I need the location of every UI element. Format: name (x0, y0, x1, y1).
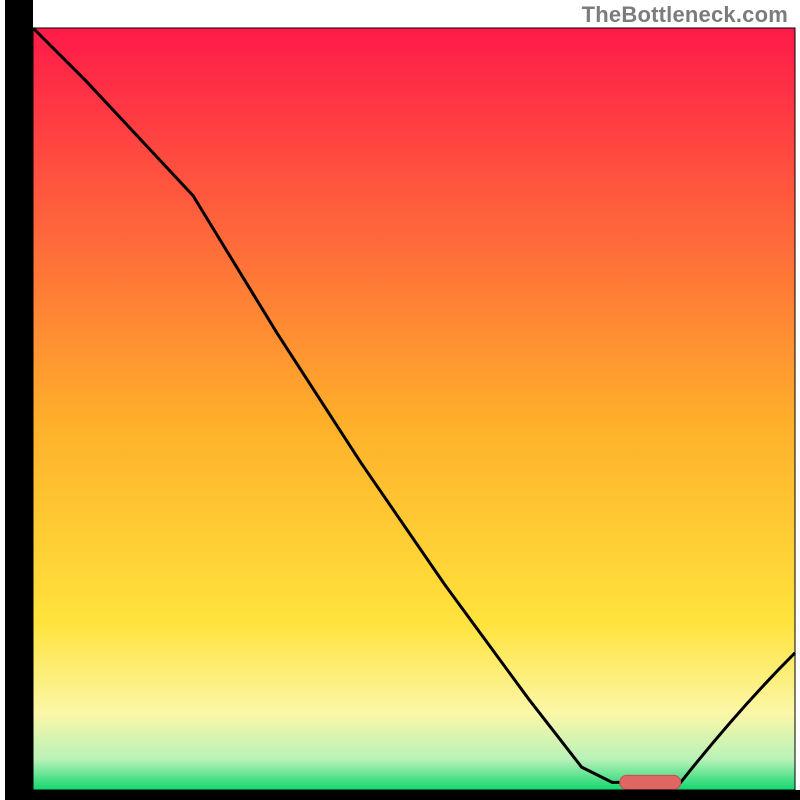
optimal-marker (620, 775, 681, 789)
y-axis (5, 0, 33, 800)
watermark-text: TheBottleneck.com (582, 2, 788, 28)
left-pad (0, 0, 5, 800)
x-axis (0, 790, 800, 800)
plot-gradient-bg (33, 28, 795, 790)
chart-svg (0, 0, 800, 800)
chart-frame: TheBottleneck.com (0, 0, 800, 800)
